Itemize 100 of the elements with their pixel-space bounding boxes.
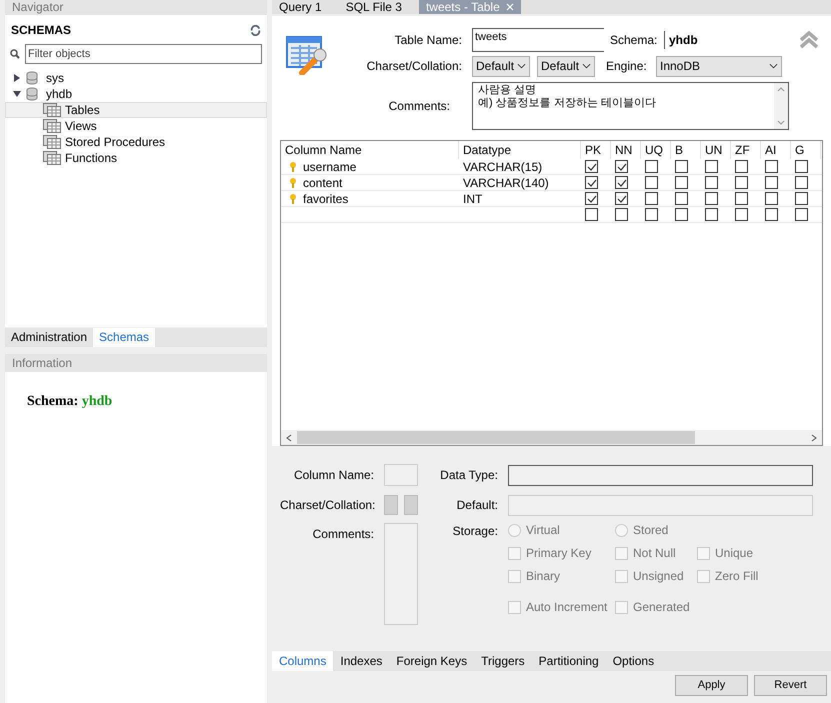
checkbox[interactable] (765, 192, 778, 205)
scrollbar-drawing (774, 83, 788, 129)
column-header[interactable]: UN (701, 141, 731, 159)
checkbox[interactable] (675, 160, 688, 173)
table-cell: VARCHAR(140) (463, 176, 549, 190)
checkbox[interactable] (705, 192, 718, 205)
field-label: Storage: (452, 523, 499, 540)
refresh-icon[interactable] (250, 24, 261, 36)
checkbox[interactable] (705, 208, 718, 221)
field-label: Schema: (610, 32, 658, 49)
sidebar-tab[interactable]: Administration (5, 328, 94, 346)
column-name-field[interactable] (384, 464, 418, 486)
scroll-right-icon[interactable] (811, 434, 817, 442)
bottom-tab[interactable]: Indexes (333, 651, 390, 671)
dropdown[interactable]: Default (472, 56, 530, 76)
option-label: Not Null (633, 545, 676, 562)
column-header[interactable]: NN (611, 141, 641, 159)
action-button[interactable]: Revert (754, 675, 827, 696)
checkbox[interactable] (615, 160, 628, 173)
checkbox[interactable] (795, 192, 808, 205)
table-cell: VARCHAR(15) (463, 160, 542, 174)
checkbox[interactable] (765, 176, 778, 189)
table-cell-text: favorites (303, 190, 348, 208)
data-type-field[interactable] (508, 464, 813, 486)
checkbox[interactable] (585, 192, 598, 205)
table-name-field[interactable]: tweets (472, 28, 604, 52)
checkbox[interactable] (645, 208, 658, 221)
action-button[interactable]: Apply (675, 675, 748, 696)
comments-field[interactable]: 사람용 설명 예) 상품정보를 저장하는 테이블이다 (472, 82, 789, 130)
field-label: Table Name: (394, 32, 463, 49)
checkbox[interactable] (615, 208, 628, 221)
option-label: Stored (633, 522, 668, 539)
checkbox[interactable] (735, 192, 748, 205)
option-label: Primary Key (526, 545, 592, 562)
checkbox[interactable] (645, 160, 658, 173)
column-header[interactable]: B (671, 141, 701, 159)
schemas-heading: SCHEMAS (11, 22, 72, 39)
panel-header: Navigator (5, 0, 267, 15)
engine-dropdown[interactable]: InnoDB (656, 56, 782, 76)
checkbox[interactable] (735, 176, 748, 189)
collapse-arrow-icon[interactable] (13, 90, 21, 98)
option-label: Zero Fill (715, 568, 758, 585)
table-group-icon (43, 151, 61, 165)
field-label: Engine: (606, 58, 648, 75)
expand-arrow-icon[interactable] (13, 74, 21, 82)
field-label: Column Name: (292, 467, 375, 484)
sidebar-tab[interactable]: Schemas (93, 328, 156, 346)
bottom-tab[interactable]: Triggers (474, 651, 532, 671)
bottom-tab[interactable]: Partitioning (532, 651, 606, 671)
column-header[interactable]: ZF (731, 141, 761, 159)
schema-name: yhdb (664, 31, 698, 49)
checkbox[interactable] (795, 160, 808, 173)
checkbox[interactable] (675, 176, 688, 189)
checkbox[interactable] (705, 160, 718, 173)
column-header[interactable]: UQ (641, 141, 671, 159)
option-label: Auto Increment (526, 599, 608, 616)
checkbox[interactable] (585, 208, 598, 221)
schema-name[interactable]: sys (46, 69, 64, 87)
bottom-tab[interactable]: Options (606, 651, 662, 671)
bottom-tab[interactable]: Foreign Keys (389, 651, 474, 671)
checkbox[interactable] (645, 192, 658, 205)
bottom-tab[interactable]: Columns (272, 651, 334, 671)
column-header[interactable]: PK (581, 141, 611, 159)
checkbox[interactable] (585, 176, 598, 189)
column-header[interactable]: Column Name (281, 141, 459, 159)
filter-field[interactable]: Filter objects (25, 44, 262, 64)
checkbox[interactable] (705, 176, 718, 189)
checkbox[interactable] (675, 192, 688, 205)
checkbox[interactable] (735, 160, 748, 173)
column-comments-field[interactable] (384, 523, 418, 625)
checkbox[interactable] (615, 192, 628, 205)
checkbox[interactable] (795, 208, 808, 221)
default-field[interactable] (508, 494, 813, 516)
tree-item[interactable]: Views (5, 118, 267, 134)
checkbox[interactable] (735, 208, 748, 221)
field-label: Charset/Collation: (366, 58, 463, 75)
column-header[interactable]: AI (761, 141, 791, 159)
checkbox[interactable] (765, 160, 778, 173)
chevron-down-icon (582, 63, 591, 69)
table-group-icon (43, 103, 61, 117)
horizontal-scrollbar[interactable] (281, 430, 822, 445)
editor-tab[interactable]: Query 1 (272, 0, 329, 14)
checkbox[interactable] (645, 176, 658, 189)
checkbox[interactable] (585, 160, 598, 173)
column-header[interactable]: G (791, 141, 821, 159)
column-header[interactable]: Datatype (459, 141, 581, 159)
scroll-left-icon[interactable] (286, 434, 292, 442)
editor-tab[interactable]: SQL File 3 (338, 0, 409, 14)
search-icon (10, 49, 20, 59)
close-icon[interactable] (506, 3, 514, 11)
checkbox[interactable] (765, 208, 778, 221)
checkbox[interactable] (675, 208, 688, 221)
checkbox[interactable] (615, 176, 628, 189)
tree-item[interactable]: Stored Procedures (5, 134, 267, 150)
checkbox[interactable] (795, 176, 808, 189)
dropdown[interactable]: Default (537, 56, 595, 76)
option-label: Unsigned (633, 568, 684, 585)
tree-item[interactable]: Tables (5, 102, 267, 118)
tree-item[interactable]: Functions (5, 150, 267, 166)
schema-name[interactable]: yhdb (46, 85, 72, 103)
